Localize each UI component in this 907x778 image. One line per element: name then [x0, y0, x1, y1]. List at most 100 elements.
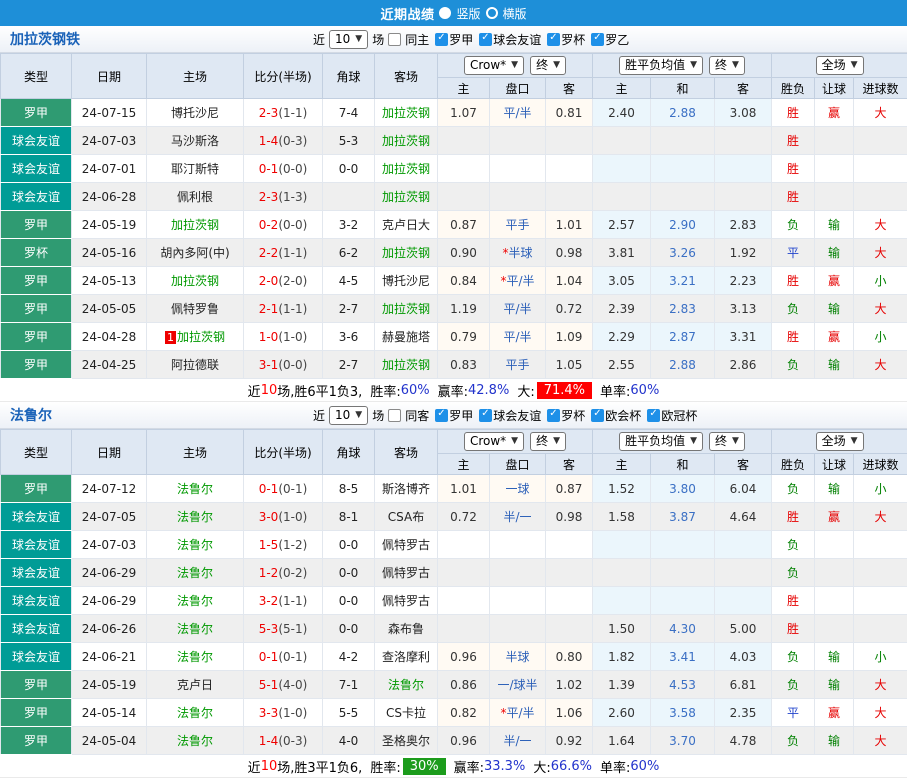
chevron-down-icon: ▼: [851, 58, 858, 73]
away-odds-cell: [546, 615, 593, 643]
date-cell: 24-07-05: [72, 503, 147, 531]
goals-cell: [854, 127, 907, 155]
home-odds-cell: 0.82: [438, 699, 490, 727]
summary-record: 场,胜6平1负3,: [277, 381, 362, 400]
date-cell: 24-07-15: [72, 99, 147, 127]
avg-away-cell: [715, 183, 772, 211]
away-team-name: 加拉茨钢: [382, 106, 430, 120]
handicap-cell: *平/半: [490, 699, 546, 727]
col-header-avg-away: 客: [715, 78, 772, 99]
avg-home-cell: 2.29: [593, 323, 651, 351]
goals-cell: 小: [854, 323, 907, 351]
goals-cell: [854, 183, 907, 211]
home-team-cell: 克卢日: [147, 671, 244, 699]
league-checkbox[interactable]: [479, 33, 492, 46]
bookmaker-select[interactable]: Crow*▼: [464, 432, 524, 451]
avg-home-cell: 3.81: [593, 239, 651, 267]
chevron-down-icon: ▼: [553, 58, 560, 73]
goals-cell: [854, 615, 907, 643]
team-name: 加拉茨钢铁: [10, 29, 80, 49]
league-checkbox[interactable]: [591, 409, 604, 422]
col-header-avg-draw: 和: [651, 78, 715, 99]
avg-odds-select[interactable]: 胜平负均值▼: [619, 432, 703, 451]
halftime-score: (1-0): [278, 510, 307, 524]
league-filter: 球会友谊: [479, 31, 541, 48]
away-team-cell: 赫曼施塔: [375, 323, 438, 351]
result-cell: 胜: [772, 99, 815, 127]
avg-draw-cell: [651, 155, 715, 183]
league-cell: 罗甲: [1, 211, 72, 239]
home-team-cell: 法鲁尔: [147, 699, 244, 727]
result-cell: 胜: [772, 183, 815, 211]
away-team-cell: 博托沙尼: [375, 267, 438, 295]
bookmaker-select[interactable]: Crow*▼: [464, 56, 524, 75]
chevron-down-icon: ▼: [690, 58, 697, 73]
recent-count-select[interactable]: 10▼: [329, 406, 368, 425]
fulltime-score: 0-1: [259, 482, 279, 496]
league-checkbox[interactable]: [647, 409, 660, 422]
filters: 近10▼场同主罗甲球会友谊罗杯罗乙: [313, 30, 629, 49]
score-cell: 2-0(2-0): [244, 267, 323, 295]
date-cell: 24-05-16: [72, 239, 147, 267]
league-cell: 球会友谊: [1, 503, 72, 531]
radio-vertical-layout[interactable]: [439, 7, 451, 19]
avg-draw-cell: 2.87: [651, 323, 715, 351]
result-cell: 胜: [772, 155, 815, 183]
league-checkbox[interactable]: [547, 409, 560, 422]
league-filter-label: 球会友谊: [493, 31, 541, 48]
radio-horizontal-layout[interactable]: [486, 7, 498, 19]
recent-count-select[interactable]: 10▼: [329, 30, 368, 49]
avg-draw-cell: 3.21: [651, 267, 715, 295]
league-checkbox[interactable]: [591, 33, 604, 46]
result-cell: 平: [772, 239, 815, 267]
away-team-name: 加拉茨钢: [382, 358, 430, 372]
handicap-result-cell: [815, 127, 854, 155]
league-checkbox[interactable]: [479, 409, 492, 422]
home-team-cell: 佩特罗鲁: [147, 295, 244, 323]
league-checkbox[interactable]: [435, 33, 448, 46]
scope-select[interactable]: 全场▼: [816, 56, 864, 75]
halftime-score: (1-1): [278, 106, 307, 120]
summary-item-label: 赢率:: [438, 381, 468, 400]
league-filter: 球会友谊: [479, 407, 541, 424]
date-cell: 24-06-26: [72, 615, 147, 643]
league-checkbox[interactable]: [547, 33, 560, 46]
avg-home-cell: 3.05: [593, 267, 651, 295]
avg-odds-select[interactable]: 胜平负均值▼: [619, 56, 703, 75]
league-checkbox[interactable]: [435, 409, 448, 422]
results-table: 类型 日期 主场 比分(半场) 角球 客场 Crow*▼ 终▼ 胜平负均值▼ 终…: [0, 429, 907, 755]
avg-draw-cell: [651, 183, 715, 211]
home-team-name: 法鲁尔: [177, 482, 213, 496]
scope-select[interactable]: 全场▼: [816, 432, 864, 451]
table-row: 罗甲24-04-25阿拉德联3-1(0-0)2-7加拉茨钢0.83平手1.052…: [1, 351, 907, 379]
summary-item-label: 赢率:: [454, 757, 484, 776]
final-avg-select[interactable]: 终▼: [709, 432, 745, 451]
avg-away-cell: [715, 127, 772, 155]
fulltime-score: 1-2: [259, 566, 279, 580]
col-header-type: 类型: [1, 54, 72, 99]
final-avg-select[interactable]: 终▼: [709, 56, 745, 75]
halftime-score: (0-1): [278, 650, 307, 664]
chevron-down-icon: ▼: [355, 408, 362, 423]
score-cell: 1-5(1-2): [244, 531, 323, 559]
goals-cell: 小: [854, 475, 907, 503]
fulltime-score: 0-2: [259, 218, 279, 232]
col-header-avg-home: 主: [593, 454, 651, 475]
table-row: 球会友谊24-07-05法鲁尔3-0(1-0)8-1CSA布0.72半/一0.9…: [1, 503, 907, 531]
summary-item-value: 33.3%: [484, 759, 525, 774]
away-team-name: 加拉茨钢: [382, 134, 430, 148]
league-filter-label: 罗杯: [561, 31, 585, 48]
same-venue-checkbox[interactable]: [388, 33, 401, 46]
result-cell: 胜: [772, 267, 815, 295]
home-odds-cell: 0.84: [438, 267, 490, 295]
away-team-cell: 加拉茨钢: [375, 155, 438, 183]
handicap-result-cell: [815, 615, 854, 643]
fulltime-score: 0-1: [259, 650, 279, 664]
fulltime-score: 3-1: [259, 358, 279, 372]
avg-away-cell: [715, 531, 772, 559]
same-venue-checkbox[interactable]: [388, 409, 401, 422]
result-cell: 负: [772, 211, 815, 239]
final-odds-select[interactable]: 终▼: [530, 432, 566, 451]
date-cell: 24-05-19: [72, 671, 147, 699]
final-odds-select[interactable]: 终▼: [530, 56, 566, 75]
